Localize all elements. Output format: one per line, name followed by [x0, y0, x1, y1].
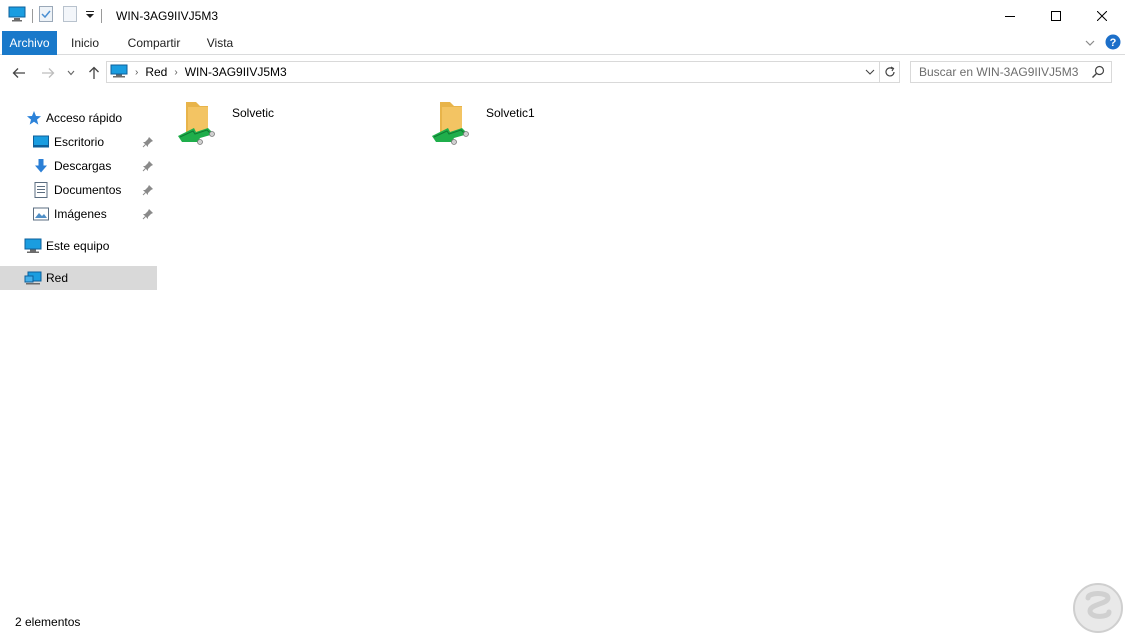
tab-vista[interactable]: Vista [198, 31, 242, 55]
nav-label: Red [46, 271, 69, 285]
nav-label: Descargas [54, 159, 112, 173]
breadcrumb-chevron-icon[interactable]: › [174, 67, 177, 78]
breadcrumb-red[interactable]: Red [145, 65, 167, 79]
chevron-down-icon [865, 69, 875, 75]
up-button[interactable] [85, 64, 103, 82]
close-icon [1097, 10, 1107, 21]
svg-text:?: ? [1110, 37, 1117, 49]
nav-label: Escritorio [54, 135, 105, 149]
network-icon [24, 270, 42, 286]
address-dropdown-button[interactable] [861, 62, 879, 82]
new-folder-icon[interactable] [63, 6, 77, 25]
shared-folder-icon [178, 98, 218, 146]
shared-folder-item[interactable]: Solvetic1 [414, 92, 654, 148]
nav-item-descargas[interactable]: Descargas [0, 154, 157, 178]
address-bar[interactable]: › Red › WIN-3AG9IIVJ5M3 [106, 61, 880, 83]
recent-locations-button[interactable] [64, 64, 78, 82]
search-input[interactable] [911, 62, 1087, 82]
pin-icon[interactable] [142, 208, 154, 223]
folder-name: Solvetic1 [486, 106, 535, 120]
content-pane: Solvetic Solvetic1 [160, 92, 1120, 602]
nav-item-red[interactable]: Red [0, 266, 157, 290]
nav-item-quick-access[interactable]: Acceso rápido [0, 106, 157, 130]
refresh-button[interactable] [880, 61, 900, 83]
shared-folder-item[interactable]: Solvetic [160, 92, 400, 148]
properties-icon[interactable] [39, 6, 53, 25]
customize-toolbar-icon[interactable] [85, 8, 95, 23]
navigation-pane: Acceso rápido Escritorio Descargas Docum… [0, 96, 157, 596]
nav-item-este-equipo[interactable]: Este equipo [0, 234, 157, 258]
refresh-icon [884, 66, 895, 77]
tab-archivo[interactable]: Archivo [2, 31, 57, 55]
shared-folder-icon [432, 98, 472, 146]
ribbon-controls: ? [1085, 34, 1121, 52]
expand-ribbon-icon[interactable] [1085, 36, 1095, 50]
desktop-icon [33, 134, 49, 150]
watermark-logo [1068, 580, 1124, 634]
back-button[interactable] [10, 64, 28, 82]
nav-item-documentos[interactable]: Documentos [0, 178, 157, 202]
help-icon[interactable]: ? [1105, 34, 1121, 53]
document-icon [33, 182, 49, 198]
nav-label: Acceso rápido [46, 111, 123, 125]
nav-item-imagenes[interactable]: Imágenes [0, 202, 157, 226]
pin-icon[interactable] [142, 160, 154, 175]
status-bar: 2 elementos [0, 610, 1125, 632]
star-icon [26, 110, 42, 126]
nav-item-escritorio[interactable]: Escritorio [0, 130, 157, 154]
ribbon: Archivo Inicio Compartir Vista ? [0, 31, 1125, 55]
chevron-down-icon [67, 70, 75, 76]
pictures-icon [33, 206, 49, 222]
up-arrow-icon [89, 66, 99, 79]
search-icon[interactable] [1091, 65, 1105, 82]
maximize-button[interactable] [1033, 0, 1079, 31]
search-box [910, 61, 1112, 83]
tab-inicio[interactable]: Inicio [62, 31, 108, 55]
forward-arrow-icon [42, 68, 55, 78]
quick-access-toolbar [0, 0, 95, 31]
item-count: 2 elementos [15, 615, 81, 629]
toolbar-divider [32, 8, 33, 23]
network-computer-icon [110, 64, 128, 81]
nav-label: Este equipo [46, 239, 110, 253]
title-divider [101, 8, 102, 23]
nav-label: Documentos [54, 183, 122, 197]
back-arrow-icon [12, 68, 25, 78]
this-pc-icon [24, 238, 42, 254]
folder-name: Solvetic [232, 106, 275, 120]
minimize-button[interactable] [987, 0, 1033, 31]
computer-icon[interactable] [8, 6, 26, 25]
nav-label: Imágenes [54, 207, 107, 221]
pin-icon[interactable] [142, 136, 154, 151]
forward-button[interactable] [39, 64, 57, 82]
breadcrumb-computer[interactable]: WIN-3AG9IIVJ5M3 [185, 65, 287, 79]
close-button[interactable] [1079, 0, 1125, 31]
breadcrumb-chevron-icon[interactable]: › [135, 67, 138, 78]
window-controls [987, 0, 1125, 31]
window-title: WIN-3AG9IIVJ5M3 [116, 8, 219, 23]
minimize-icon [1005, 15, 1015, 17]
pin-icon[interactable] [142, 184, 154, 199]
title-bar: WIN-3AG9IIVJ5M3 [0, 0, 1125, 31]
download-icon [33, 158, 49, 174]
tab-compartir[interactable]: Compartir [118, 31, 190, 55]
maximize-icon [1051, 10, 1061, 21]
